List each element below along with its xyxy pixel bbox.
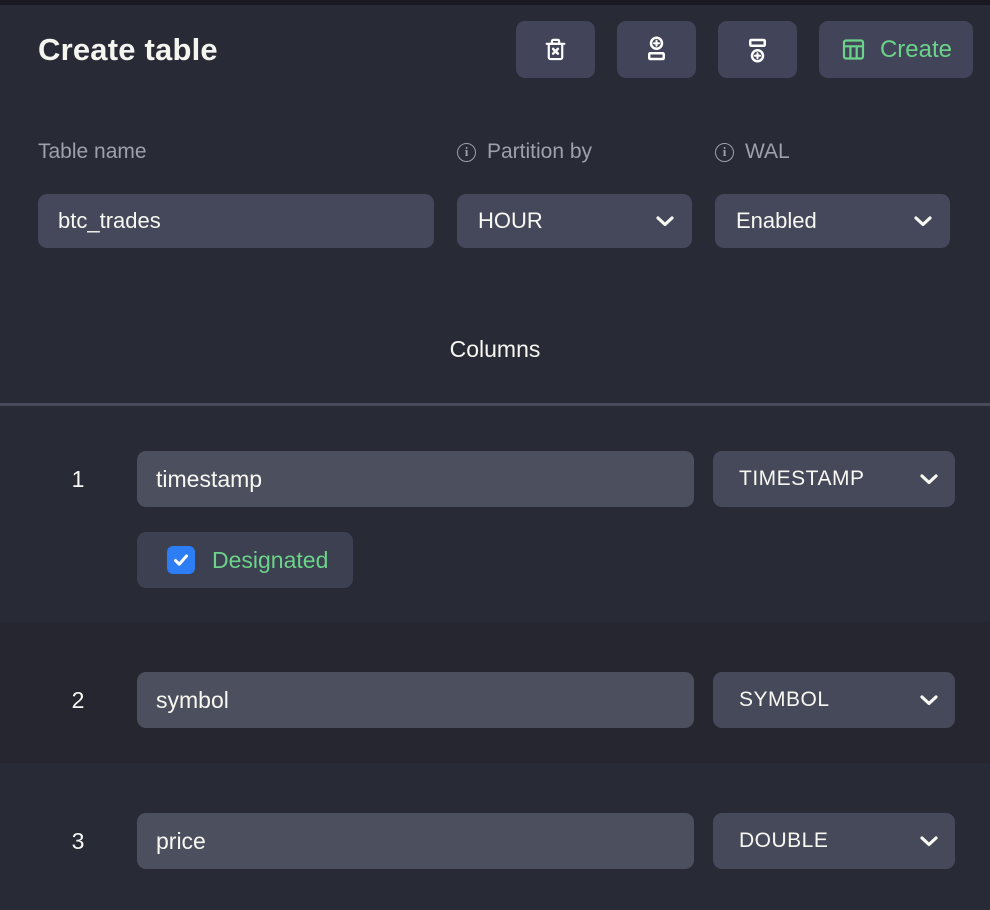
- partition-by-label-text: Partition by: [487, 140, 592, 164]
- chevron-down-icon: [920, 474, 938, 485]
- designated-toggle[interactable]: Designated: [137, 532, 353, 588]
- partition-by-label: i Partition by: [457, 138, 692, 166]
- chevron-down-icon: [656, 216, 674, 227]
- page-title: Create table: [38, 32, 218, 68]
- table-settings-form: Table name i Partition by HOUR i WAL E: [0, 138, 990, 248]
- info-icon[interactable]: i: [457, 143, 476, 162]
- partition-by-value: HOUR: [478, 208, 543, 234]
- table-name-label-text: Table name: [38, 140, 147, 164]
- wal-field: i WAL Enabled: [715, 138, 950, 248]
- columns-section-heading: Columns: [0, 336, 990, 363]
- toolbar: Create: [516, 21, 973, 78]
- wal-select[interactable]: Enabled: [715, 194, 950, 248]
- info-icon[interactable]: i: [715, 143, 734, 162]
- partition-by-field: i Partition by HOUR: [457, 138, 692, 248]
- column-type-select[interactable]: TIMESTAMP: [713, 451, 955, 507]
- column-index: 1: [38, 466, 118, 493]
- check-icon: [172, 551, 190, 569]
- column-row-3: 3 DOUBLE: [0, 763, 990, 908]
- create-table-panel: Create table: [0, 0, 990, 908]
- table-grid-icon: [840, 36, 867, 63]
- table-name-field: Table name: [38, 138, 434, 248]
- add-column-above-button[interactable]: [617, 21, 696, 78]
- create-button[interactable]: Create: [819, 21, 973, 78]
- designated-label: Designated: [212, 547, 328, 574]
- wal-label: i WAL: [715, 138, 950, 166]
- column-type-value: DOUBLE: [739, 829, 828, 853]
- designated-checkbox[interactable]: [167, 546, 195, 574]
- column-name-input[interactable]: [137, 813, 694, 869]
- column-type-value: TIMESTAMP: [739, 467, 864, 491]
- chevron-down-icon: [914, 216, 932, 227]
- header: Create table: [0, 5, 990, 78]
- partition-by-select[interactable]: HOUR: [457, 194, 692, 248]
- column-row-2: 2 SYMBOL: [0, 622, 990, 763]
- chevron-down-icon: [920, 695, 938, 706]
- column-row-1: 1 TIMESTAMP Designated: [0, 406, 990, 622]
- column-index: 3: [38, 828, 118, 855]
- wal-value: Enabled: [736, 208, 817, 234]
- trash-x-icon: [541, 35, 570, 64]
- column-type-select[interactable]: SYMBOL: [713, 672, 955, 728]
- column-name-input[interactable]: [137, 451, 694, 507]
- create-button-label: Create: [880, 36, 952, 64]
- column-type-select[interactable]: DOUBLE: [713, 813, 955, 869]
- add-column-above-icon: [642, 35, 671, 64]
- column-type-value: SYMBOL: [739, 688, 830, 712]
- table-name-input[interactable]: [38, 194, 434, 248]
- chevron-down-icon: [920, 836, 938, 847]
- add-column-below-button[interactable]: [718, 21, 797, 78]
- table-name-label: Table name: [38, 138, 434, 166]
- add-column-below-icon: [743, 35, 772, 64]
- delete-columns-button[interactable]: [516, 21, 595, 78]
- column-name-input[interactable]: [137, 672, 694, 728]
- column-index: 2: [38, 687, 118, 714]
- wal-label-text: WAL: [745, 140, 790, 164]
